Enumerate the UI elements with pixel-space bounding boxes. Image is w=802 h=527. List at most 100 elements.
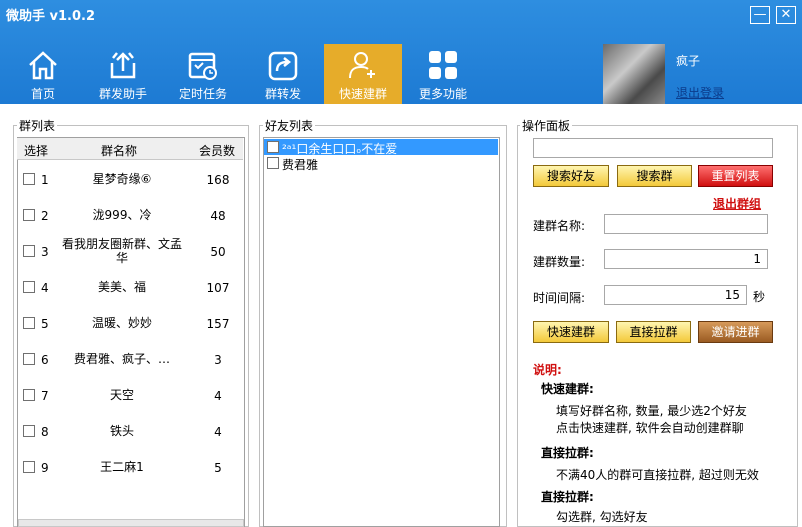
row-group-name: 看我朋友圈新群、文孟华: [61, 237, 182, 265]
nav-more[interactable]: 更多功能: [404, 44, 482, 104]
friend-checkbox[interactable]: [267, 157, 279, 169]
quick-build-button[interactable]: 快速建群: [533, 321, 609, 343]
group-name-input[interactable]: [604, 214, 768, 234]
notes-line-2: 点击快速建群, 软件会自动创建群聊: [556, 421, 744, 435]
minimize-button[interactable]: —: [750, 6, 770, 24]
table-row[interactable]: 9 王二麻1 5: [17, 449, 243, 485]
row-checkbox[interactable]: [23, 245, 35, 257]
notes-line-3: 不满40人的群可直接拉群, 超过则无效: [556, 468, 759, 482]
search-friend-button[interactable]: 搜索好友: [533, 165, 609, 187]
row-member-count: 50: [210, 245, 226, 259]
nav-home[interactable]: 首页: [4, 44, 82, 104]
row-number: 3: [41, 245, 49, 259]
calendar-clock-icon: [188, 52, 217, 80]
row-group-name: 王二麻1: [100, 460, 144, 474]
row-number: 7: [41, 389, 49, 403]
app-title: 微助手 v1.0.2: [6, 9, 96, 24]
nav-more-label: 更多功能: [418, 87, 467, 101]
nav-scheduled-label: 定时任务: [178, 87, 227, 101]
notes-heading-direct-pull-2: 直接拉群:: [541, 490, 594, 504]
group-table-header: 选择 群名称 会员数: [17, 138, 243, 160]
direct-pull-button[interactable]: 直接拉群: [616, 321, 691, 343]
forward-share-icon: [268, 51, 298, 81]
row-member-count: 157: [206, 317, 230, 331]
table-row[interactable]: 5 温暖、妙妙 157: [17, 305, 243, 341]
nav-home-label: 首页: [30, 87, 55, 101]
group-list-scrollbar[interactable]: [18, 519, 244, 527]
notes-title: 说明:: [533, 363, 562, 377]
row-number: 4: [41, 281, 49, 295]
notes-heading-quick-build: 快速建群:: [541, 382, 594, 396]
group-name-label: 建群名称:: [533, 219, 586, 233]
row-number: 5: [41, 317, 49, 331]
friend-name: 费君雅: [282, 158, 319, 172]
search-input[interactable]: [533, 138, 773, 158]
row-checkbox[interactable]: [23, 173, 35, 185]
table-row[interactable]: 7 天空 4: [17, 377, 243, 413]
nav-mass-send[interactable]: 群发助手: [84, 44, 162, 104]
interval-input[interactable]: 15: [604, 285, 747, 305]
row-checkbox[interactable]: [23, 209, 35, 221]
row-group-name: 天空: [109, 388, 134, 402]
group-count-input[interactable]: 1: [604, 249, 768, 269]
row-group-name: 费君雅、疯子、…: [73, 352, 170, 366]
logout-link[interactable]: 退出登录: [676, 84, 724, 101]
list-item[interactable]: 费君雅: [264, 155, 498, 172]
row-member-count: 168: [206, 173, 230, 187]
row-checkbox[interactable]: [23, 389, 35, 401]
add-user-icon: [349, 52, 375, 79]
table-row[interactable]: 6 费君雅、疯子、… 3: [17, 341, 243, 377]
notes-line-4: 勾选群, 勾选好友: [556, 510, 648, 524]
row-number: 8: [41, 425, 49, 439]
row-checkbox[interactable]: [23, 317, 35, 329]
search-group-button[interactable]: 搜索群: [617, 165, 692, 187]
group-list-title: 群列表: [17, 117, 58, 134]
ops-panel-title: 操作面板: [520, 117, 573, 134]
close-button[interactable]: ✕: [776, 6, 796, 24]
row-group-name: 泷999、冷: [92, 208, 152, 222]
nav-scheduled[interactable]: 定时任务: [164, 44, 242, 104]
row-checkbox[interactable]: [23, 425, 35, 437]
row-number: 2: [41, 209, 49, 223]
table-row[interactable]: 4 美美、福 107: [17, 269, 243, 305]
friend-list-box[interactable]: [263, 137, 500, 527]
avatar: [603, 44, 665, 104]
user-name: 疯子: [676, 54, 701, 68]
list-item[interactable]: ²ᵃ¹口余生口口ₒ不在爱: [264, 139, 498, 156]
interval-label: 时间间隔:: [533, 291, 586, 305]
invite-button[interactable]: 邀请进群: [698, 321, 773, 343]
row-group-name: 铁头: [109, 424, 134, 438]
row-number: 9: [41, 461, 49, 475]
row-checkbox[interactable]: [23, 281, 35, 293]
row-member-count: 5: [214, 461, 222, 475]
row-member-count: 48: [210, 209, 226, 223]
row-number: 1: [41, 173, 49, 187]
header-member-count: 会员数: [199, 144, 236, 158]
nav-forward[interactable]: 群转发: [244, 44, 322, 104]
row-checkbox[interactable]: [23, 353, 35, 365]
group-count-label: 建群数量:: [533, 255, 586, 269]
nav-quick-build-label: 快速建群: [338, 87, 387, 101]
upload-share-icon: [110, 52, 136, 79]
home-icon: [29, 51, 57, 80]
table-row[interactable]: 2 泷999、冷 48: [17, 197, 243, 233]
exit-group-link[interactable]: 退出群组: [713, 195, 761, 212]
table-row[interactable]: 1 星梦奇缘⑥ 168: [17, 161, 243, 197]
row-group-name: 星梦奇缘⑥: [92, 172, 152, 186]
row-number: 6: [41, 353, 49, 367]
nav-quick-build[interactable]: 快速建群: [324, 44, 402, 104]
interval-unit: 秒: [753, 290, 766, 304]
table-row[interactable]: 8 铁头 4: [17, 413, 243, 449]
header-group-name: 群名称: [101, 144, 138, 158]
friend-checkbox[interactable]: [267, 141, 279, 153]
notes-line-1: 填写好群名称, 数量, 最少选2个好友: [556, 404, 747, 418]
row-group-name: 温暖、妙妙: [91, 316, 152, 330]
nav-mass-send-label: 群发助手: [98, 87, 147, 101]
row-checkbox[interactable]: [23, 461, 35, 473]
header-select: 选择: [24, 144, 49, 158]
nav-forward-label: 群转发: [264, 87, 301, 101]
row-member-count: 107: [206, 281, 230, 295]
table-row[interactable]: 3 看我朋友圈新群、文孟华 50: [17, 233, 243, 269]
reset-list-button[interactable]: 重置列表: [698, 165, 773, 187]
grid-apps-icon: [429, 51, 457, 79]
